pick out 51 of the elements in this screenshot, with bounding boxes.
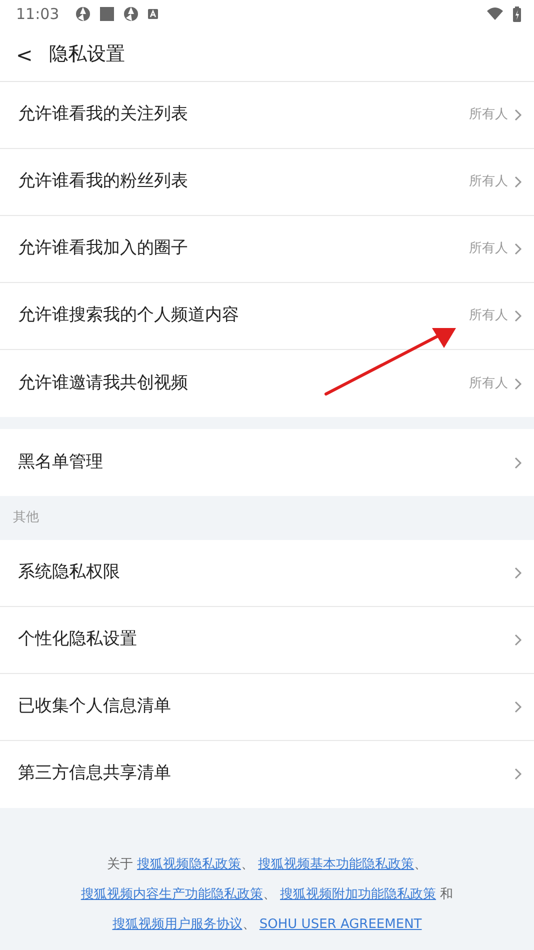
chevron-right-icon [514, 768, 522, 780]
chevron-right-icon [514, 109, 522, 121]
text-icon [147, 8, 160, 20]
status-time: 11:03 [16, 4, 60, 25]
settings-row[interactable]: 允许谁看我的关注列表 所有人 [0, 82, 534, 149]
chevron-right-icon [514, 310, 522, 322]
row-label: 已收集个人信息清单 [18, 694, 171, 718]
row-label: 允许谁看我加入的圈子 [18, 237, 188, 260]
app-icon [75, 6, 92, 22]
policy-link[interactable]: 搜狐视频隐私政策 [137, 856, 241, 872]
row-label: 允许谁看我的关注列表 [18, 103, 188, 126]
section-title: 其他 [12, 509, 40, 527]
settings-row[interactable]: 已收集个人信息清单 [0, 674, 534, 740]
page-title: 隐私设置 [48, 42, 125, 68]
row-label: 允许谁看我的粉丝列表 [18, 170, 188, 194]
row-label: 第三方信息共享清单 [18, 762, 171, 786]
chevron-right-icon [514, 700, 522, 712]
row-value: 所有人 [469, 106, 508, 124]
row-value: 所有人 [469, 307, 508, 326]
settings-row[interactable]: 允许谁看我的粉丝列表 所有人 [0, 149, 534, 216]
chevron-right-icon [514, 634, 522, 646]
row-value: 所有人 [469, 173, 508, 192]
battery-icon [512, 6, 522, 22]
chevron-right-icon [514, 456, 522, 468]
app-icon [123, 6, 140, 22]
footer-text: 关于 搜狐视频隐私政策、 搜狐视频基本功能隐私政策、 搜狐视频内容生产功能隐私政策、 搜狐视频附加功能隐私政策 和 搜狐视频用户服务协议、 SOHU USER AGREEMENT [80, 856, 454, 934]
settings-row[interactable]: 系统隐私权限 [0, 540, 534, 606]
settings-row[interactable]: 第三方信息共享清单 [0, 740, 534, 808]
policy-link[interactable]: 搜狐视频内容生产功能隐私政策 [80, 886, 263, 902]
policy-link[interactable]: 搜狐视频基本功能隐私政策 [258, 856, 414, 872]
chevron-right-icon [514, 243, 522, 255]
settings-row[interactable]: 黑名单管理 [0, 429, 534, 496]
settings-row[interactable]: 允许谁看我加入的圈子 所有人 [0, 216, 534, 283]
settings-row[interactable]: 个性化隐私设置 [0, 606, 534, 674]
row-label: 系统隐私权限 [18, 560, 120, 584]
chevron-right-icon [514, 176, 522, 188]
row-label: 黑名单管理 [18, 450, 103, 474]
row-label: 个性化隐私设置 [18, 628, 137, 651]
chevron-right-icon [514, 566, 522, 578]
back-button[interactable]: < [16, 44, 33, 64]
row-label: 允许谁搜索我的个人频道内容 [18, 304, 239, 328]
row-label: 允许谁邀请我共创视频 [18, 372, 188, 395]
row-value: 所有人 [469, 240, 508, 258]
settings-row[interactable]: 允许谁邀请我共创视频 所有人 [0, 350, 534, 417]
wifi-icon [486, 7, 504, 21]
chevron-right-icon [514, 378, 522, 390]
policy-link[interactable]: SOHU USER AGREEMENT [259, 916, 422, 932]
square-icon [99, 6, 116, 22]
policy-link[interactable]: 搜狐视频附加功能隐私政策 [280, 886, 436, 902]
policy-link[interactable]: 搜狐视频用户服务协议 [112, 916, 242, 932]
row-value: 所有人 [469, 374, 508, 393]
